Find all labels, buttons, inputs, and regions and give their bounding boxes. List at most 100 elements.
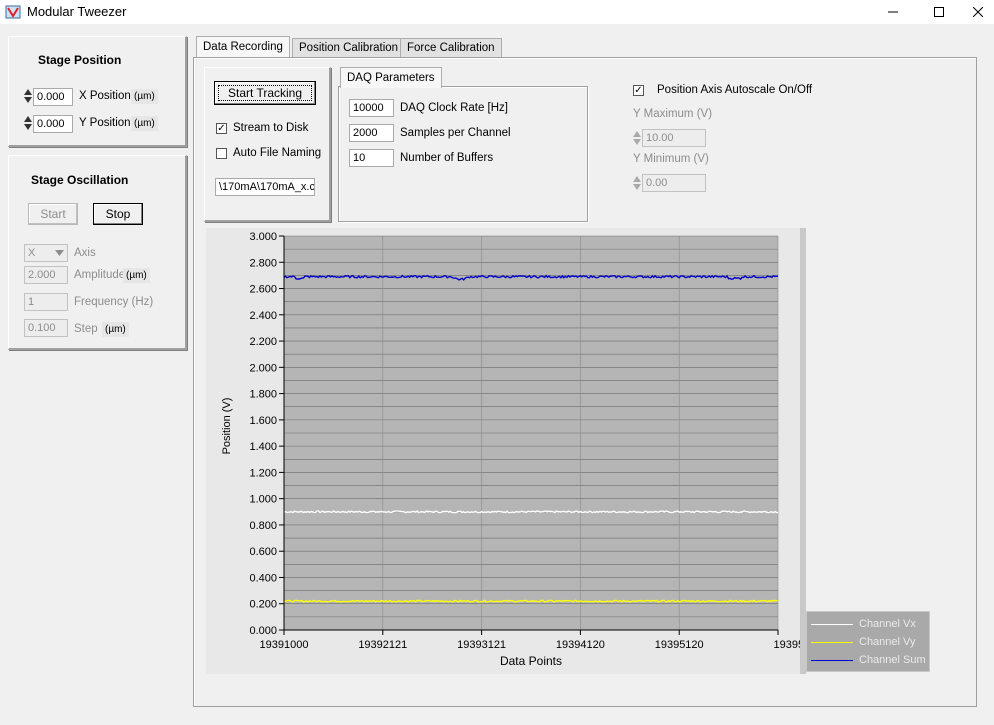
minimize-icon [888, 11, 898, 13]
start-tracking-button[interactable]: Start Tracking [214, 81, 316, 105]
y-tick-label: 0.400 [249, 572, 277, 584]
checkmark-icon: ✓ [217, 123, 226, 134]
y-minimum-input[interactable]: 0.00 [642, 174, 706, 192]
stage-position-title: Stage Position [38, 53, 122, 67]
stage-oscillation-title: Stage Oscillation [31, 173, 129, 187]
tab-position-calibration[interactable]: Position Calibration [292, 38, 406, 57]
x-position-label: X Position [79, 90, 131, 102]
axis-label: Axis [74, 247, 96, 259]
chevron-down-icon [55, 250, 64, 256]
legend-label: Channel Sum [859, 654, 926, 666]
x-tick-label: 19391000 [260, 639, 309, 651]
x-tick-label: 19393121 [457, 639, 506, 651]
x-tick-label: 19394120 [556, 639, 605, 651]
legend-swatch [811, 623, 853, 625]
y-maximum-spinner[interactable] [633, 129, 641, 147]
y-minimum-label: Y Minimum (V) [633, 153, 709, 165]
x-position-unit: (µm) [131, 89, 158, 104]
legend-label: Channel Vx [859, 618, 916, 630]
auto-file-naming-label: Auto File Naming [233, 147, 322, 159]
y-tick-label: 1.800 [249, 389, 277, 401]
y-axis-label: Position (V) [221, 398, 233, 455]
tab-data-recording[interactable]: Data Recording [196, 36, 290, 58]
spin-down-icon [633, 184, 641, 190]
x-position-input[interactable]: 0.000 [33, 88, 73, 106]
y-tick-label: 1.600 [249, 415, 277, 427]
y-tick-label: 0.800 [249, 520, 277, 532]
axis-select-value: X [28, 246, 36, 259]
legend-item: Channel Vy [807, 633, 929, 651]
number-of-buffers-input[interactable]: 10 [349, 149, 394, 167]
y-position-spinner[interactable] [24, 114, 32, 132]
legend-swatch [811, 641, 853, 643]
y-minimum-spinner[interactable] [633, 174, 641, 192]
minimize-button[interactable] [870, 0, 916, 24]
y-tick-label: 2.400 [249, 310, 277, 322]
samples-per-channel-label: Samples per Channel [400, 127, 511, 139]
frequency-input[interactable]: 1 [24, 293, 68, 311]
position-graph: 3.000 2.800 2.600 2.400 2.200 2.000 1.800 1.600… [206, 228, 822, 674]
y-maximum-label: Y Maximum (V) [633, 108, 713, 120]
y-position-label: Y Position [79, 117, 131, 129]
x-position-spinner[interactable] [24, 87, 32, 105]
y-tick-label: 0.600 [249, 546, 277, 558]
stream-to-disk-label: Stream to Disk [233, 122, 309, 134]
spin-up-icon [633, 131, 641, 137]
legend-swatch [811, 659, 853, 661]
spin-down-icon [633, 139, 641, 145]
maximize-icon [934, 7, 944, 17]
step-input[interactable]: 0.100 [24, 319, 68, 337]
spin-down-icon [24, 97, 32, 103]
spin-up-icon [633, 176, 641, 182]
legend-item: Channel Sum [807, 651, 929, 669]
autoscale-checkbox[interactable]: ✓ [633, 85, 644, 96]
maximize-button[interactable] [916, 0, 962, 24]
spin-down-icon [24, 124, 32, 130]
stage-position-panel: Stage Position 0.000 X Position (µm) 0.0… [8, 36, 187, 147]
y-tick-label: 1.400 [249, 441, 277, 453]
position-chart: 3.000 2.800 2.600 2.400 2.200 2.000 1.800 1.600… [221, 231, 822, 668]
frequency-label: Frequency (Hz) [74, 296, 154, 308]
recording-controls-panel: Start Tracking ✓ Stream to Disk Auto Fil… [204, 67, 331, 222]
y-position-input[interactable]: 0.000 [33, 115, 73, 133]
chart-legend: Channel Vx Channel Vy Channel Sum [806, 611, 930, 672]
axis-select[interactable]: X [24, 244, 68, 262]
y-position-unit: (µm) [131, 116, 158, 131]
y-tick-label: 3.000 [249, 231, 277, 243]
amplitude-input[interactable]: 2.000 [24, 266, 68, 284]
x-axis-label: Data Points [500, 654, 562, 668]
amplitude-label: Amplitude [74, 269, 126, 281]
oscillation-start-button[interactable]: Start [28, 203, 78, 225]
y-tick-label: 2.600 [249, 284, 277, 296]
y-tick-label: 0.200 [249, 599, 277, 611]
samples-per-channel-input[interactable]: 2000 [349, 124, 394, 142]
auto-file-naming-checkbox[interactable] [216, 148, 227, 159]
y-tick-label: 2.800 [249, 257, 277, 269]
close-icon [973, 7, 983, 17]
file-path-input[interactable]: \170mA\170mA_x.c [215, 178, 315, 196]
y-tick-label: 1.200 [249, 467, 277, 479]
autoscale-label: Position Axis Autoscale On/Off [657, 84, 813, 96]
stream-to-disk-checkbox[interactable]: ✓ [216, 123, 227, 134]
x-tick-label: 19395999 [774, 639, 800, 651]
y-maximum-input[interactable]: 10.00 [642, 129, 706, 147]
spin-up-icon [24, 116, 32, 122]
series-line-channel-vx [283, 510, 778, 514]
amplitude-unit: (µm) [123, 268, 150, 283]
y-tick-label: 0.000 [249, 625, 277, 637]
y-tick-label: 1.000 [249, 494, 277, 506]
title-bar: Modular Tweezer [0, 0, 994, 24]
y-tick-label: 2.200 [249, 336, 277, 348]
close-button[interactable] [962, 0, 994, 24]
legend-item: Channel Vx [807, 615, 929, 633]
y-tick-label: 2.000 [249, 362, 277, 374]
stage-oscillation-panel: Stage Oscillation Start Stop X Axis 2.00… [8, 155, 187, 350]
step-label: Step [74, 323, 98, 335]
oscillation-stop-button[interactable]: Stop [93, 203, 143, 225]
number-of-buffers-label: Number of Buffers [400, 152, 494, 164]
tab-force-calibration[interactable]: Force Calibration [400, 38, 502, 57]
daq-clock-rate-input[interactable]: 10000 [349, 99, 394, 117]
tab-daq-parameters[interactable]: DAQ Parameters [340, 67, 442, 88]
daq-clock-rate-label: DAQ Clock Rate [Hz] [400, 102, 508, 114]
checkmark-icon: ✓ [634, 85, 643, 96]
